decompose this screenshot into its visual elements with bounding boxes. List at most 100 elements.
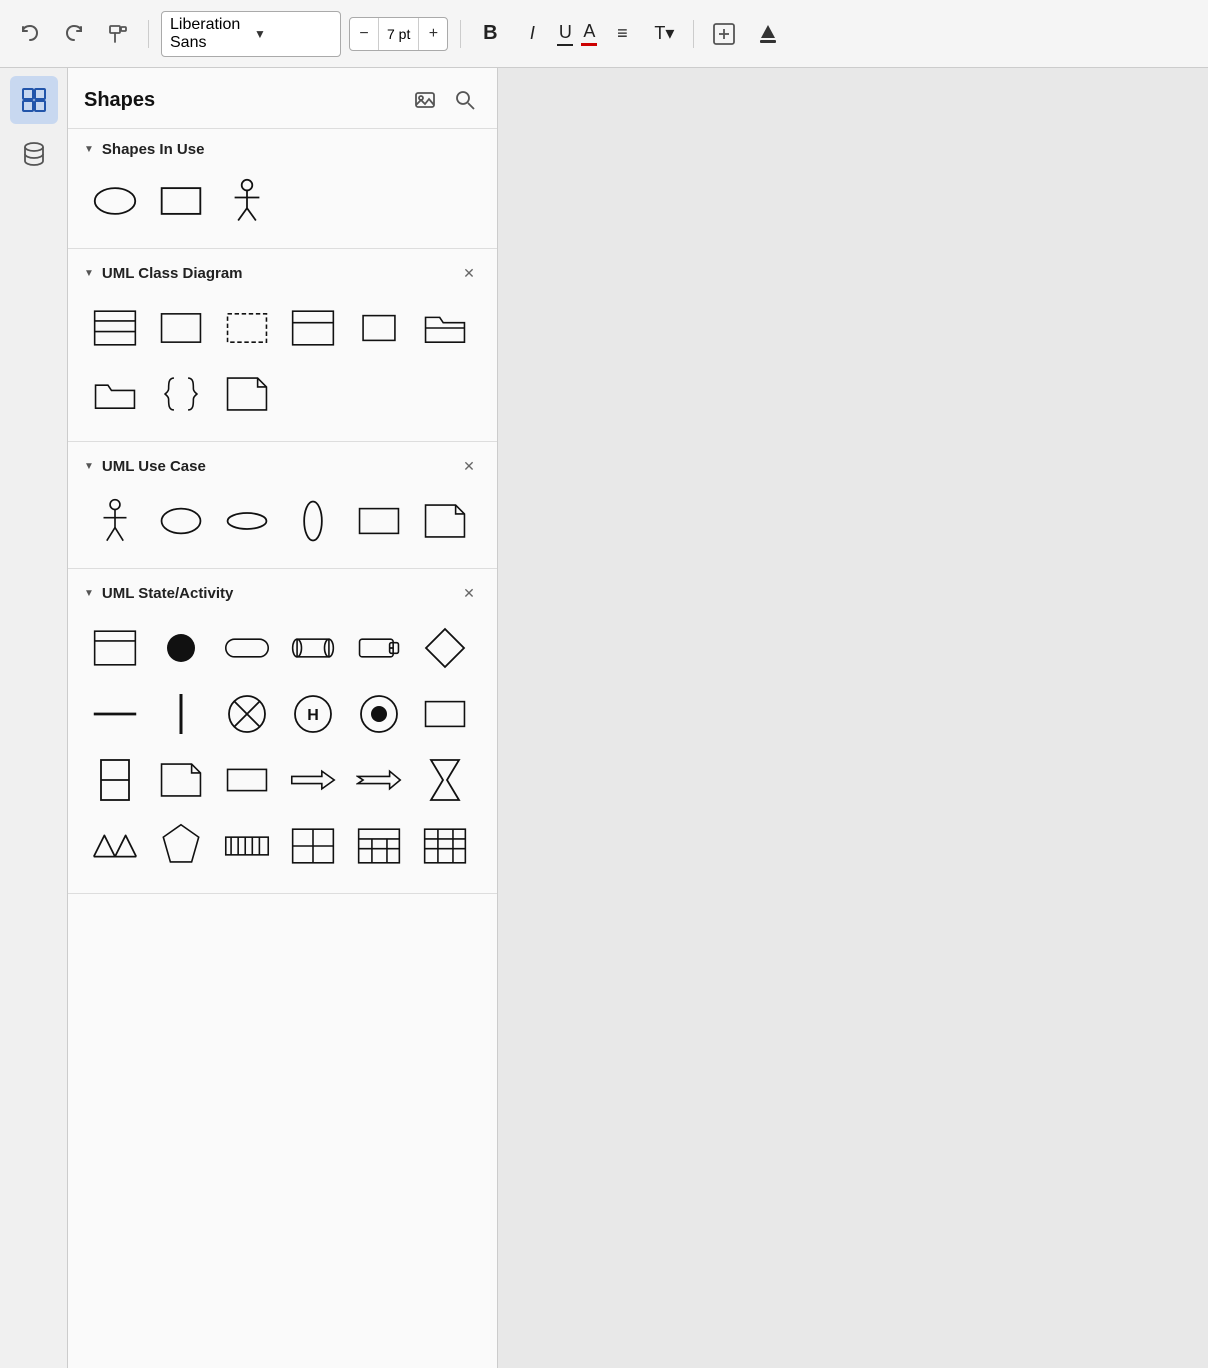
shape-rect-small-class[interactable]	[348, 297, 410, 359]
shape-rounded-rect[interactable]	[216, 617, 278, 679]
section-header-uml-state: ▼ UML State/Activity ✕	[84, 581, 481, 605]
font-size-value: 7 pt	[378, 18, 419, 50]
section-uml-class: ▼ UML Class Diagram ✕	[68, 249, 497, 442]
section-uml-usecase: ▼ UML Use Case ✕	[68, 442, 497, 569]
font-selector[interactable]: Liberation Sans ▼	[161, 11, 341, 57]
section-uml-state: ▼ UML State/Activity ✕	[68, 569, 497, 894]
shape-folder-open[interactable]	[84, 363, 146, 425]
shape-actor[interactable]	[216, 170, 278, 232]
text-color-button[interactable]: A	[581, 21, 597, 46]
fill-button[interactable]	[750, 16, 786, 52]
shape-rect-state2[interactable]	[216, 749, 278, 811]
shape-cylinder-h2[interactable]	[348, 617, 410, 679]
shape-grid2[interactable]	[282, 815, 344, 877]
shape-circle-h[interactable]: H	[282, 683, 344, 745]
collapse-triangle-state: ▼	[84, 588, 94, 599]
shape-ellipse-usecase[interactable]	[150, 490, 212, 552]
italic-button[interactable]: I	[515, 17, 549, 51]
shapes-panel: Shapes ▼ Shapes In Use	[68, 68, 498, 1368]
database-sidebar-icon[interactable]	[10, 130, 58, 178]
font-size-increase[interactable]: +	[419, 18, 447, 50]
shape-v-line[interactable]	[150, 683, 212, 745]
collapse-triangle-usecase: ▼	[84, 461, 94, 472]
shape-ellipse-flat[interactable]	[216, 490, 278, 552]
shape-folder-tab[interactable]	[414, 297, 476, 359]
insert-button[interactable]	[706, 16, 742, 52]
section-title-uml-class: UML Class Diagram	[102, 265, 451, 282]
uml-class-grid	[84, 297, 481, 425]
shape-rect-plain-class[interactable]	[150, 297, 212, 359]
section-header-uml-usecase: ▼ UML Use Case ✕	[84, 454, 481, 478]
toolbar: Liberation Sans ▼ − 7 pt + B I U A ≡ T▾	[0, 0, 1208, 68]
shape-rectangle[interactable]	[150, 170, 212, 232]
shape-arrow-right[interactable]	[282, 749, 344, 811]
section-title-uml-usecase: UML Use Case	[102, 458, 451, 475]
shape-grid3[interactable]	[348, 815, 410, 877]
shape-frame[interactable]	[84, 617, 146, 679]
section-title-uml-state: UML State/Activity	[102, 585, 451, 602]
bold-button[interactable]: B	[473, 17, 507, 51]
search-icon-button[interactable]	[449, 84, 481, 116]
shape-note-state[interactable]	[150, 749, 212, 811]
image-icon-button[interactable]	[409, 84, 441, 116]
uml-usecase-grid	[84, 490, 481, 552]
shape-circle-x[interactable]	[216, 683, 278, 745]
shape-actor-usecase[interactable]	[84, 490, 146, 552]
section-header-shapes-in-use: ▼ Shapes In Use	[84, 141, 481, 158]
main-layout: Shapes ▼ Shapes In Use	[0, 68, 1208, 1368]
shape-curly-braces[interactable]	[150, 363, 212, 425]
shape-diamond[interactable]	[414, 617, 476, 679]
shape-circle-dot[interactable]	[348, 683, 410, 745]
sidebar-icons	[0, 68, 68, 1368]
uml-state-grid: H	[84, 617, 481, 877]
shape-rect-dashed[interactable]	[216, 297, 278, 359]
shape-filled-circle[interactable]	[150, 617, 212, 679]
shape-barred-rect[interactable]	[216, 815, 278, 877]
shape-cylinder-h[interactable]	[282, 617, 344, 679]
underline-decoration	[557, 44, 573, 46]
shape-note-class[interactable]	[216, 363, 278, 425]
align-button[interactable]: ≡	[605, 17, 639, 51]
canvas-area[interactable]	[498, 68, 1208, 1368]
panel-header: Shapes	[68, 68, 497, 129]
shape-class-table2[interactable]	[282, 297, 344, 359]
shape-grid4[interactable]	[414, 815, 476, 877]
shape-zigzag[interactable]	[84, 815, 146, 877]
shape-ellipse[interactable]	[84, 170, 146, 232]
collapse-triangle: ▼	[84, 144, 94, 155]
divider-1	[148, 20, 149, 48]
collapse-triangle-class: ▼	[84, 268, 94, 279]
close-uml-state[interactable]: ✕	[457, 581, 481, 605]
text-style-button[interactable]: T▾	[647, 17, 681, 51]
divider-2	[460, 20, 461, 48]
undo-button[interactable]	[12, 16, 48, 52]
shape-arrow-notch[interactable]	[348, 749, 410, 811]
shape-class-table[interactable]	[84, 297, 146, 359]
font-size-decrease[interactable]: −	[350, 18, 378, 50]
shape-rect-split-v[interactable]	[84, 749, 146, 811]
underline-button[interactable]: U	[557, 22, 573, 46]
underline-label: U	[559, 22, 572, 43]
shape-note-usecase[interactable]	[414, 490, 476, 552]
color-label: A	[583, 21, 595, 42]
close-uml-class[interactable]: ✕	[457, 261, 481, 285]
font-size-control: − 7 pt +	[349, 17, 448, 51]
shape-pentagon[interactable]	[150, 815, 212, 877]
shape-rect-usecase[interactable]	[348, 490, 410, 552]
shape-rect-state[interactable]	[414, 683, 476, 745]
section-shapes-in-use: ▼ Shapes In Use	[68, 129, 497, 249]
panel-title: Shapes	[84, 89, 401, 112]
shape-h-line[interactable]	[84, 683, 146, 745]
font-name-label: Liberation Sans	[170, 16, 248, 52]
color-bar	[581, 43, 597, 46]
shape-ellipse-tall[interactable]	[282, 490, 344, 552]
shapes-in-use-grid	[84, 170, 481, 232]
section-header-uml-class: ▼ UML Class Diagram ✕	[84, 261, 481, 285]
format-paint-button[interactable]	[100, 16, 136, 52]
redo-button[interactable]	[56, 16, 92, 52]
shape-hourglass[interactable]	[414, 749, 476, 811]
section-title-shapes-in-use: Shapes In Use	[102, 141, 481, 158]
shapes-sidebar-icon[interactable]	[10, 76, 58, 124]
close-uml-usecase[interactable]: ✕	[457, 454, 481, 478]
svg-text:H: H	[307, 707, 319, 724]
